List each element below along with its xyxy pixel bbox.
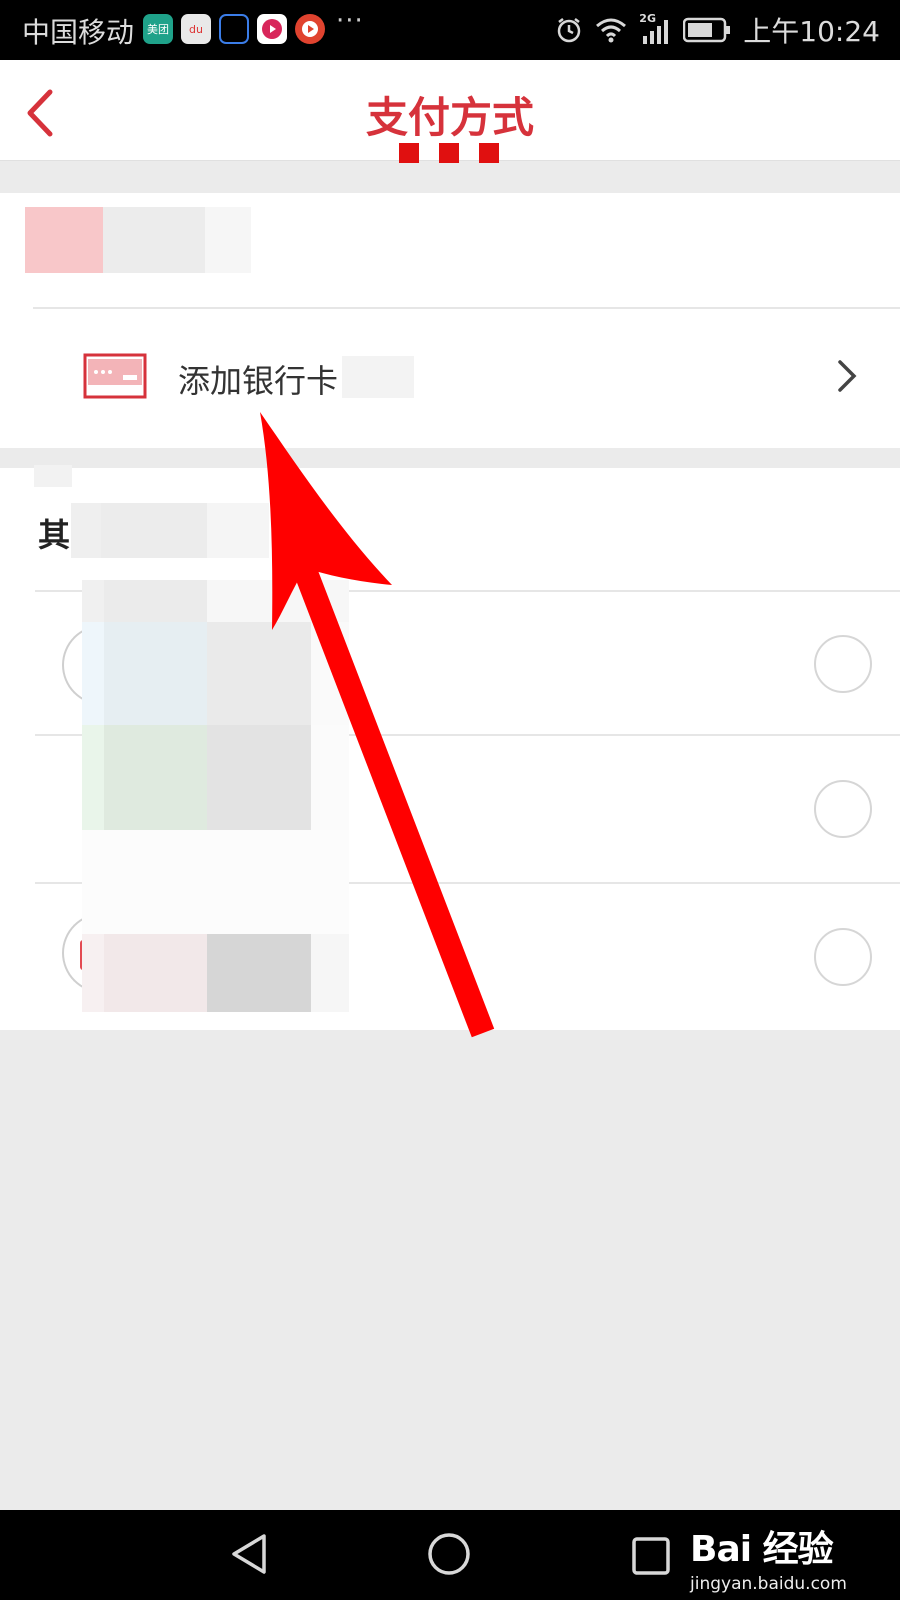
nav-home-icon[interactable]: [427, 1532, 471, 1576]
payment-option-radio[interactable]: [814, 780, 872, 838]
navigation-bar: Bai 经验 jingyan.baidu.com: [0, 1510, 900, 1600]
signal-icon: 2G: [639, 12, 671, 44]
nav-back-icon[interactable]: [228, 1532, 272, 1576]
pixelated-region: [342, 356, 414, 398]
carrier-label: 中国移动: [22, 16, 135, 49]
watermark-logo: Bai 经验: [690, 1529, 834, 1570]
nav-recent-apps-icon[interactable]: [632, 1537, 670, 1575]
page-title: 支付方式: [365, 93, 534, 142]
payment-option-radio[interactable]: [814, 635, 872, 693]
chevron-right-icon: [838, 360, 857, 392]
clock: 上午10:24: [743, 15, 880, 48]
play-app-icon: [295, 14, 325, 44]
bank-card-icon: [83, 353, 147, 399]
watermark-url: jingyan.baidu.com: [690, 1574, 847, 1594]
pixelated-region: [25, 207, 251, 273]
system-status: 2G 上午10:24: [555, 10, 880, 50]
add-bank-card-label: 添加银行卡: [178, 362, 339, 400]
wifi-icon: [596, 18, 627, 43]
video-app-icon: [257, 14, 287, 44]
status-bar: 中国移动 美团 du ··· 2G 上午10:24: [0, 0, 900, 60]
payment-option-radio[interactable]: [814, 928, 872, 986]
section-title: 其: [38, 516, 71, 554]
baidu-jingyan-watermark: Bai 经验 jingyan.baidu.com: [690, 1520, 847, 1594]
baidu-map-icon: du: [181, 14, 211, 44]
qq-notify-icon: [219, 14, 249, 44]
more-notifications-icon: ···: [336, 6, 364, 36]
battery-icon: [683, 17, 731, 43]
pixelated-region: [34, 465, 72, 487]
notification-icons: 美团 du: [143, 14, 325, 44]
add-bank-card-row[interactable]: 添加银行卡: [0, 308, 900, 448]
meituan-icon: 美团: [143, 14, 173, 44]
annotation-marks: [399, 143, 499, 163]
alarm-icon: [558, 18, 581, 43]
